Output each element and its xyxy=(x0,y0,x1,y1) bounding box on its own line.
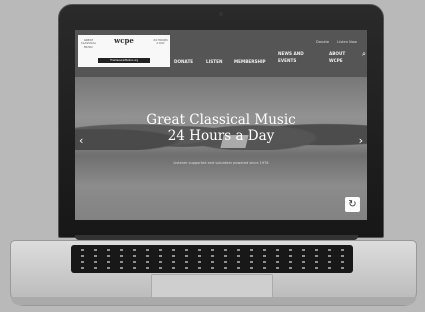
hero-image-banner: ‹ Great Classical Music 24 Hours a Day L… xyxy=(75,77,367,220)
keyboard xyxy=(71,245,353,273)
search-icon[interactable]: ⌕ xyxy=(362,50,367,58)
nav-news-events-line2[interactable]: EVENTS xyxy=(278,58,296,64)
laptop-lid: Donate Listen Now GREAT CLASSICAL MUSIC … xyxy=(58,4,384,238)
hero-subtitle: Listener supported and volunteer powered… xyxy=(173,161,269,165)
laptop-front-edge xyxy=(11,297,416,305)
laptop-base xyxy=(10,240,417,306)
chevron-right-icon[interactable]: › xyxy=(359,135,363,146)
nav-membership[interactable]: MEMBERSHIP xyxy=(234,59,266,65)
logo-right-text: 24 HOURS A DAY xyxy=(153,38,168,46)
nav-about-wcpe-line2[interactable]: WCPE xyxy=(329,58,343,64)
listen-now-link[interactable]: Listen Now xyxy=(337,40,357,44)
nav-news-events-line1[interactable]: NEWS AND xyxy=(278,51,304,57)
hero-title-line1: Great Classical Music xyxy=(146,112,296,128)
chevron-left-icon[interactable]: ‹ xyxy=(79,135,83,146)
camera xyxy=(219,12,223,16)
logo-main-text: wcpe xyxy=(114,36,134,45)
utility-nav: Donate Listen Now xyxy=(309,40,357,44)
nav-donate[interactable]: DONATE xyxy=(174,59,193,65)
logo-left-text: GREAT CLASSICAL MUSIC xyxy=(80,38,97,49)
hero-title-line2: 24 Hours a Day xyxy=(167,128,275,144)
recaptcha-icon: ↻ xyxy=(345,197,360,212)
hero-title: Great Classical Music 24 Hours a Day xyxy=(131,112,311,144)
nav-listen[interactable]: LISTEN xyxy=(206,59,222,65)
nav-about-wcpe-line1[interactable]: ABOUT xyxy=(329,51,345,57)
logo-url-bar: TheClassicalStation.org xyxy=(98,58,150,63)
station-logo[interactable]: GREAT CLASSICAL MUSIC wcpe 24 HOURS A DA… xyxy=(78,35,170,67)
utility-donate-link[interactable]: Donate xyxy=(316,40,329,44)
site-header: Donate Listen Now GREAT CLASSICAL MUSIC … xyxy=(75,30,367,77)
browser-screen: Donate Listen Now GREAT CLASSICAL MUSIC … xyxy=(75,30,367,220)
